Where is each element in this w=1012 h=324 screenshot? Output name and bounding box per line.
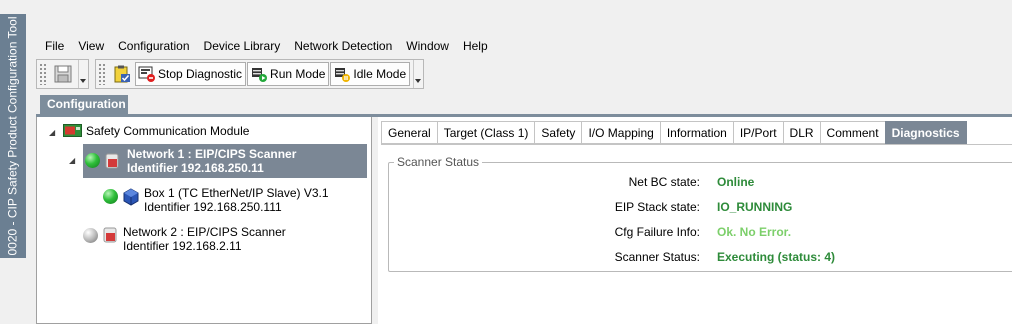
collapse-arrow-icon[interactable]: ◢ — [69, 156, 79, 165]
collapse-arrow-network1[interactable]: ◢ — [69, 152, 79, 165]
status-row-cfg-failure-info: Cfg Failure Info: Ok. No Error. — [390, 225, 990, 241]
toolbar-group-diagnostic: Stop Diagnostic Run Mode Idle Mode — [95, 59, 425, 89]
menu-help[interactable]: Help — [456, 37, 495, 57]
network1-title: Network 1 : EIP/CIPS Scanner — [127, 147, 297, 161]
status-led-green-icon — [85, 153, 100, 168]
tab-target-class1[interactable]: Target (Class 1) — [436, 121, 535, 144]
menu-file[interactable]: File — [38, 37, 71, 57]
status-led-gray-icon — [83, 228, 98, 243]
safety-module-icon — [63, 124, 82, 137]
menu-window[interactable]: Window — [399, 37, 456, 57]
tree-node-network1[interactable]: Network 1 : EIP/CIPS Scanner Identifier … — [83, 144, 367, 178]
status-row-net-bc-state: Net BC state: Online — [390, 175, 990, 191]
box1-identifier: Identifier 192.168.250.111 — [144, 200, 282, 214]
status-label: Scanner Status: — [614, 250, 700, 264]
status-label: Cfg Failure Info: — [614, 225, 700, 239]
scanner-module-icon — [103, 227, 117, 243]
toolbar-group-file — [36, 59, 89, 89]
status-row-scanner-status: Scanner Status: Executing (status: 4) — [390, 250, 990, 266]
status-value: Executing (status: 4) — [717, 250, 836, 264]
menu-network-detection[interactable]: Network Detection — [287, 37, 399, 57]
network1-identifier: Identifier 192.168.250.11 — [127, 161, 264, 175]
toolbar-overflow-dropdown[interactable] — [413, 60, 422, 88]
box1-title: Box 1 (TC EtherNet/IP Slave) V3.1 — [144, 186, 329, 200]
status-row-eip-stack-state: EIP Stack state: IO_RUNNING — [390, 200, 990, 216]
device-tree: ◢ Safety Communication Module ◢ Network … — [36, 117, 372, 324]
tab-comment[interactable]: Comment — [819, 121, 885, 144]
toolbar-grip[interactable] — [39, 63, 47, 85]
stop-diagnostic-label: Stop Diagnostic — [158, 67, 243, 81]
status-label: Net BC state: — [628, 175, 700, 189]
toolbar: Stop Diagnostic Run Mode Idle Mode — [36, 59, 425, 89]
scanner-status-title: Scanner Status — [394, 155, 483, 169]
tab-general[interactable]: General — [381, 121, 437, 144]
property-tabs: General Target (Class 1) Safety I/O Mapp… — [381, 121, 967, 144]
save-icon — [54, 65, 72, 83]
idle-mode-button[interactable]: Idle Mode — [330, 62, 411, 86]
status-value: IO_RUNNING — [717, 200, 793, 214]
network2-title: Network 2 : EIP/CIPS Scanner — [123, 225, 286, 239]
network2-identifier: Identifier 192.168.2.11 — [123, 239, 242, 253]
slave-box-icon — [123, 188, 139, 206]
menu-view[interactable]: View — [71, 37, 111, 57]
collapse-arrow-icon[interactable]: ◢ — [49, 128, 59, 137]
stop-diagnostic-icon — [138, 66, 155, 82]
tab-ip-port[interactable]: IP/Port — [732, 121, 783, 144]
menu-bar: File View Configuration Device Library N… — [38, 37, 495, 57]
menu-device-library[interactable]: Device Library — [197, 37, 288, 57]
stop-diagnostic-button[interactable]: Stop Diagnostic — [135, 62, 247, 86]
device-check-button[interactable] — [109, 62, 135, 86]
status-led-green-icon — [103, 189, 118, 204]
clipboard-check-icon — [114, 65, 130, 83]
tree-root-label: Safety Communication Module — [86, 124, 250, 138]
tree-node-root[interactable]: ◢ Safety Communication Module — [49, 124, 249, 138]
run-mode-label: Run Mode — [270, 67, 326, 81]
tab-io-mapping[interactable]: I/O Mapping — [581, 121, 660, 144]
menu-configuration[interactable]: Configuration — [111, 37, 196, 57]
status-label: EIP Stack state: — [614, 200, 700, 214]
toolbar-grip[interactable] — [98, 63, 106, 85]
toolbar-overflow-dropdown[interactable] — [78, 60, 86, 88]
window-title: 0020 - CIP Safety Product Configuration … — [6, 16, 21, 256]
save-button[interactable] — [50, 62, 76, 86]
vertical-title-strip: 0020 - CIP Safety Product Configuration … — [0, 0, 26, 324]
network1-icons — [85, 153, 120, 169]
tab-dlr[interactable]: DLR — [782, 121, 820, 144]
tabs-divider — [381, 144, 1012, 145]
tab-diagnostics[interactable]: Diagnostics — [884, 121, 967, 144]
idle-mode-icon — [335, 68, 351, 82]
status-value: Online — [717, 175, 755, 189]
tree-node-box1[interactable]: Box 1 (TC EtherNet/IP Slave) V3.1 Identi… — [103, 186, 329, 214]
status-value: Ok. No Error. — [717, 225, 792, 239]
configuration-panel-tab[interactable]: Configuration — [40, 95, 128, 114]
run-mode-button[interactable]: Run Mode — [247, 62, 330, 86]
tab-information[interactable]: Information — [659, 121, 733, 144]
run-mode-icon — [252, 68, 268, 82]
idle-mode-label: Idle Mode — [353, 67, 407, 81]
scanner-module-icon — [105, 153, 119, 169]
tab-safety[interactable]: Safety — [534, 121, 582, 144]
tree-node-network2[interactable]: Network 2 : EIP/CIPS Scanner Identifier … — [83, 225, 286, 253]
